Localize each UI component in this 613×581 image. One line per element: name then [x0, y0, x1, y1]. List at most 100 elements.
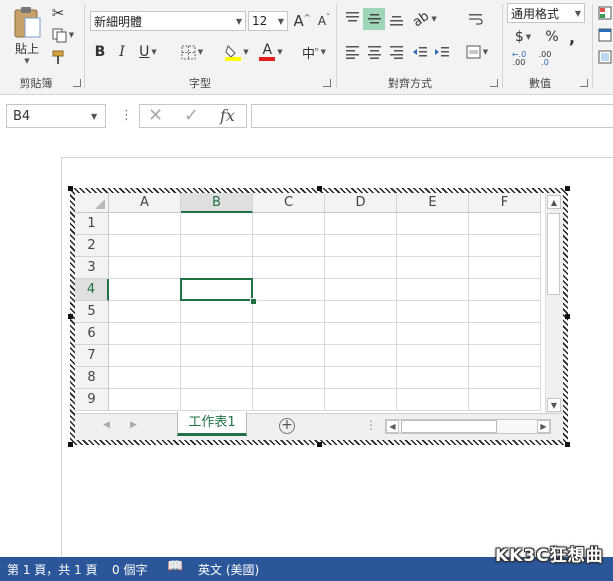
more-options-icon[interactable]: ⋮ — [120, 108, 133, 123]
cell[interactable] — [253, 345, 325, 367]
horizontal-scroll-thumb[interactable] — [401, 420, 497, 433]
cell[interactable] — [397, 279, 469, 301]
row-header[interactable]: 8 — [75, 367, 109, 389]
resize-handle[interactable] — [565, 314, 570, 319]
column-header[interactable]: A — [109, 193, 181, 213]
word-count[interactable]: 0 個字 — [112, 561, 147, 578]
tab-scroll-right-icon[interactable]: ▶ — [130, 420, 137, 430]
cell[interactable] — [397, 345, 469, 367]
conditional-format-button[interactable] — [596, 4, 613, 22]
row-header[interactable]: 6 — [75, 323, 109, 345]
align-right-button[interactable] — [386, 42, 406, 62]
alignment-launcher[interactable] — [490, 79, 498, 87]
increase-decimal-button[interactable]: ←.0 .00 — [507, 49, 531, 69]
page-info[interactable]: 第 1 頁，共 1 頁 — [7, 561, 98, 578]
align-middle-button[interactable] — [363, 8, 385, 30]
enter-icon[interactable]: ✓ — [184, 105, 199, 126]
resize-handle[interactable] — [68, 442, 73, 447]
cell[interactable] — [181, 389, 253, 411]
row-header[interactable]: 1 — [75, 213, 109, 235]
cell[interactable] — [181, 235, 253, 257]
cell[interactable] — [469, 279, 541, 301]
number-launcher[interactable] — [580, 79, 588, 87]
grow-font-button[interactable]: A ^ — [292, 10, 312, 32]
increase-indent-button[interactable] — [432, 42, 452, 62]
cell[interactable] — [109, 279, 181, 301]
resize-handle[interactable] — [317, 442, 322, 447]
active-cell[interactable] — [180, 278, 253, 301]
cell[interactable] — [469, 389, 541, 411]
column-header[interactable]: C — [253, 193, 325, 213]
currency-button[interactable]: $ ▼ — [508, 27, 538, 47]
row-header[interactable]: 2 — [75, 235, 109, 257]
resize-handle[interactable] — [68, 186, 73, 191]
cell[interactable] — [109, 235, 181, 257]
cell[interactable] — [397, 389, 469, 411]
font-size-combo[interactable]: 12 ▼ — [248, 11, 288, 31]
scroll-up-button[interactable]: ▲ — [547, 195, 561, 209]
cell[interactable] — [397, 257, 469, 279]
cell[interactable] — [253, 367, 325, 389]
row-header[interactable]: 3 — [75, 257, 109, 279]
cell[interactable] — [325, 389, 397, 411]
cell[interactable] — [397, 301, 469, 323]
cell[interactable] — [325, 323, 397, 345]
insert-function-icon[interactable]: fx — [220, 106, 235, 125]
column-header[interactable]: B — [181, 193, 253, 213]
cell[interactable] — [253, 301, 325, 323]
cell[interactable] — [109, 389, 181, 411]
decrease-decimal-button[interactable]: .00 .0 — [533, 49, 557, 69]
cell[interactable] — [397, 213, 469, 235]
scroll-left-button[interactable]: ◀ — [386, 420, 399, 433]
cell[interactable] — [325, 367, 397, 389]
scroll-down-button[interactable]: ▼ — [547, 398, 561, 412]
resize-handle[interactable] — [565, 186, 570, 191]
cell[interactable] — [469, 301, 541, 323]
underline-button[interactable]: U ▼ — [134, 41, 162, 63]
row-header[interactable]: 4 — [75, 279, 109, 301]
cell[interactable] — [181, 367, 253, 389]
cell[interactable] — [253, 389, 325, 411]
percent-button[interactable]: % — [542, 27, 562, 47]
cell[interactable] — [109, 301, 181, 323]
number-format-combo[interactable]: 通用格式 ▼ — [507, 3, 585, 23]
merge-center-button[interactable] — [464, 8, 486, 30]
row-header[interactable]: 9 — [75, 389, 109, 411]
cell[interactable] — [397, 323, 469, 345]
fill-color-button[interactable]: ▼ — [222, 41, 252, 63]
align-bottom-button[interactable] — [386, 8, 406, 30]
tab-scroll-left-icon[interactable]: ◀ — [103, 420, 110, 430]
cell[interactable] — [397, 367, 469, 389]
font-name-combo[interactable]: 新細明體 ▼ — [90, 11, 246, 31]
cell-styles-button[interactable] — [596, 48, 613, 66]
font-launcher[interactable] — [323, 79, 331, 87]
add-sheet-button[interactable]: + — [279, 418, 295, 434]
cell[interactable] — [109, 257, 181, 279]
cell[interactable] — [325, 213, 397, 235]
cell[interactable] — [253, 323, 325, 345]
resize-handle[interactable] — [317, 186, 322, 191]
row-header[interactable]: 7 — [75, 345, 109, 367]
fill-handle[interactable] — [250, 298, 257, 305]
formula-input[interactable] — [251, 104, 613, 128]
cell[interactable] — [469, 323, 541, 345]
cell[interactable] — [469, 367, 541, 389]
format-painter-button[interactable] — [48, 48, 68, 66]
cell[interactable] — [253, 257, 325, 279]
column-header[interactable]: E — [397, 193, 469, 213]
format-table-button[interactable] — [596, 26, 613, 44]
cell[interactable] — [253, 213, 325, 235]
language-indicator[interactable]: 英文 (美國) — [198, 561, 259, 578]
cut-button[interactable]: ✂ — [48, 4, 68, 22]
merge-cells-button[interactable]: ▼ — [462, 42, 492, 62]
phonetic-button[interactable]: 中ⁿ ▼ — [298, 41, 330, 63]
proofing-icon[interactable]: 📖 — [167, 559, 183, 574]
cell[interactable] — [253, 235, 325, 257]
cell[interactable] — [325, 279, 397, 301]
bold-button[interactable]: B — [90, 41, 110, 63]
paste-button[interactable]: 貼上 ▼ — [8, 4, 46, 66]
column-header[interactable]: D — [325, 193, 397, 213]
cell[interactable] — [109, 345, 181, 367]
decrease-indent-button[interactable] — [410, 42, 430, 62]
cell[interactable] — [109, 323, 181, 345]
